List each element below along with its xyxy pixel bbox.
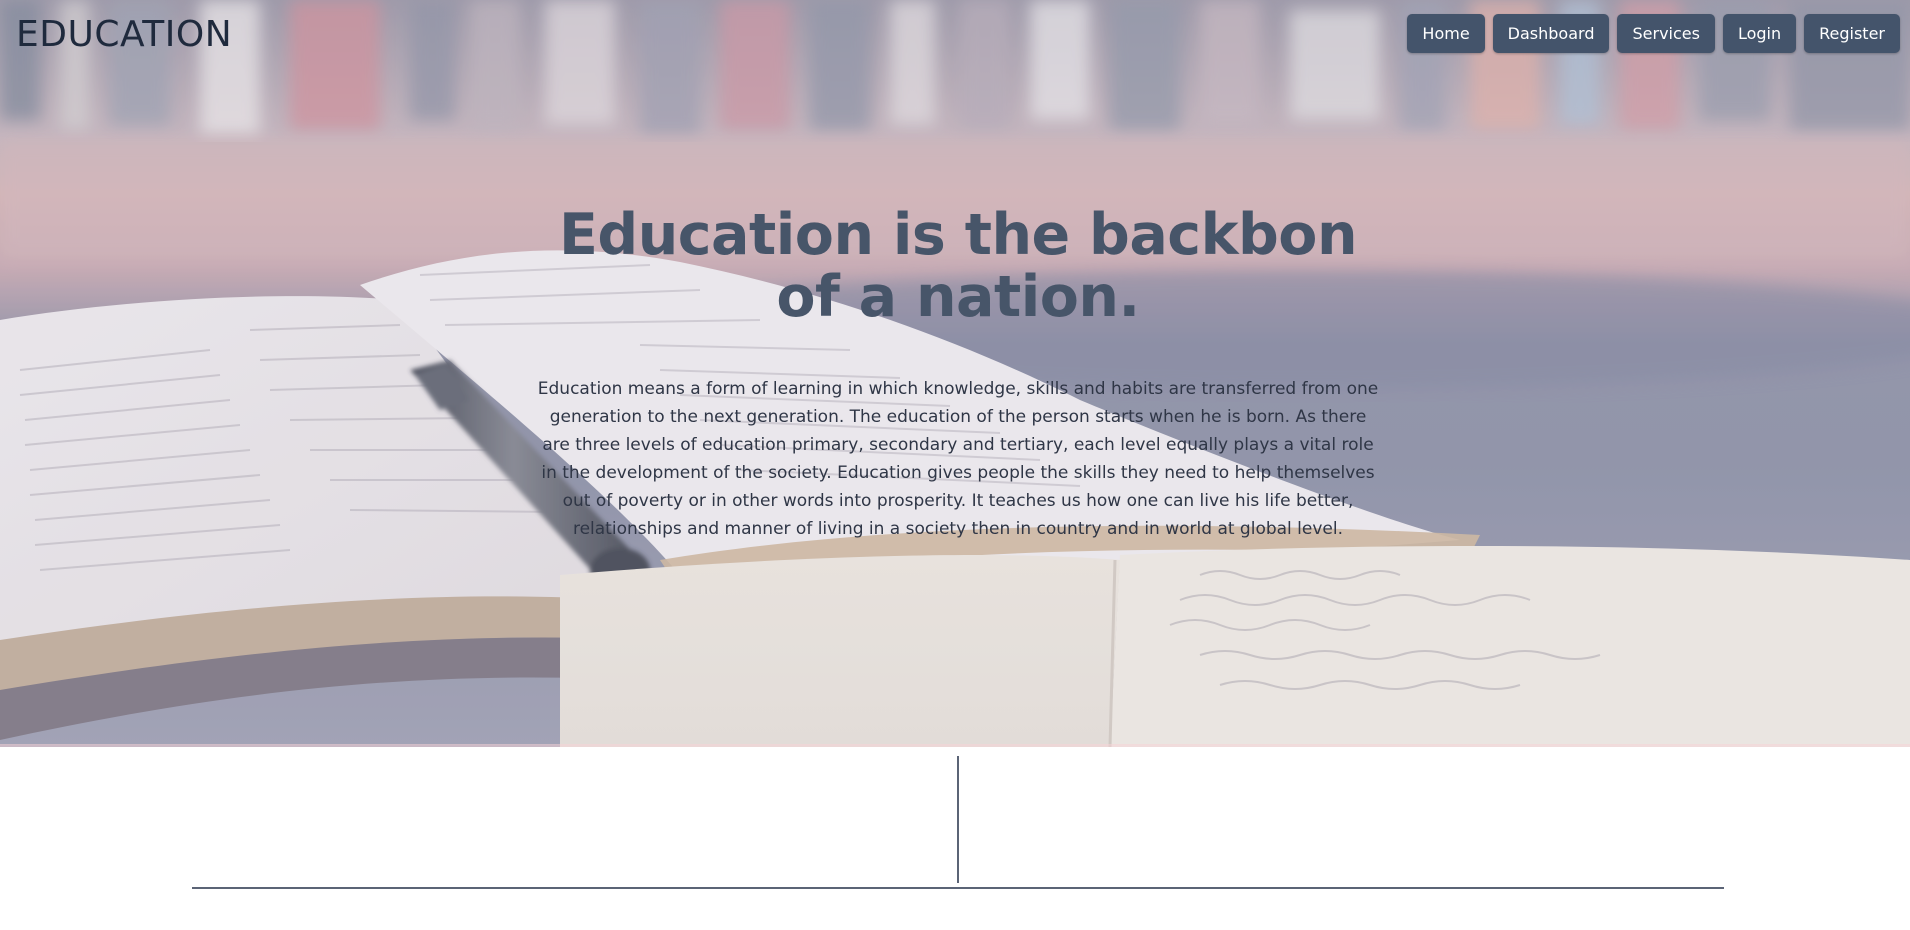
nav-dashboard-button[interactable]: Dashboard [1492, 14, 1610, 53]
hero-bottom-shadow [0, 744, 1910, 747]
hero-paragraph: Education means a form of learning in wh… [537, 379, 1379, 539]
hero-heading: Education is the backbon of a nation. [558, 202, 1358, 330]
nav-home-button[interactable]: Home [1407, 14, 1485, 53]
hero-section: EDUCATION Home Dashboard Services Login … [0, 0, 1910, 747]
nav-services-button[interactable]: Services [1617, 14, 1715, 53]
vertical-divider [957, 756, 959, 883]
nav-login-button[interactable]: Login [1722, 14, 1797, 53]
page: EDUCATION Home Dashboard Services Login … [0, 0, 1910, 930]
brand-logo-text[interactable]: EDUCATION [16, 14, 232, 55]
horizontal-divider [192, 887, 1724, 889]
nav-register-button[interactable]: Register [1804, 14, 1900, 53]
hero-background-image [0, 0, 1910, 747]
top-navigation: Home Dashboard Services Login Register [1407, 14, 1900, 53]
